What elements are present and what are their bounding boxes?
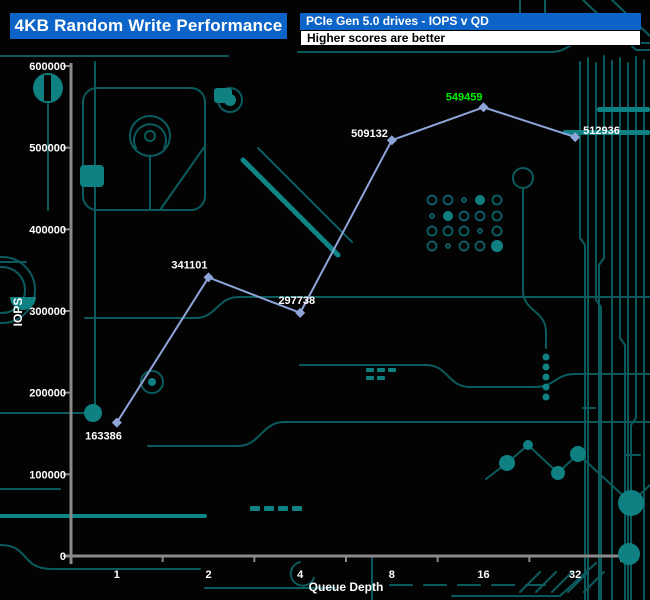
x-axis-title: Queue Depth [309,580,384,594]
data-point-marker [295,307,306,318]
x-tick-label: 8 [389,569,395,581]
data-point-label: 341101 [171,259,207,271]
y-tick-label: 200000 [29,388,66,400]
y-tick-label: 600000 [29,61,66,73]
data-point-label: 549459 [446,91,483,103]
data-point-label: 512936 [583,125,620,137]
data-point-marker [203,272,214,283]
data-point-label: 163386 [85,431,122,443]
data-point-label: 297738 [278,295,315,307]
x-tick-label: 16 [477,569,489,581]
x-tick-label: 4 [297,569,304,581]
y-axis-title: IOPS [11,298,25,327]
chart-note: Higher scores are better [300,30,641,46]
x-tick-label: 1 [114,569,120,581]
y-tick-label: 0 [60,551,66,563]
chart-title: 4KB Random Write Performance [10,13,287,39]
data-point-label: 509132 [351,128,388,140]
data-point-marker [386,135,397,146]
y-tick-label: 500000 [29,143,66,155]
x-tick-label: 32 [569,569,581,581]
y-tick-label: 100000 [29,469,66,481]
x-tick-label: 2 [205,569,211,581]
chart-canvas: 0 100000 200000 300000 400000 500000 600000 1 2 4… [0,0,650,600]
chart-subtitle: PCIe Gen 5.0 drives - IOPS v QD [300,13,641,30]
data-point-marker [570,132,581,143]
y-tick-label: 300000 [29,306,66,318]
data-point-marker [478,102,489,113]
y-tick-label: 400000 [29,224,66,236]
data-point-marker [111,417,122,428]
iops-vs-queue-depth-line-chart: 0 100000 200000 300000 400000 500000 600000 1 2 4… [11,61,622,594]
